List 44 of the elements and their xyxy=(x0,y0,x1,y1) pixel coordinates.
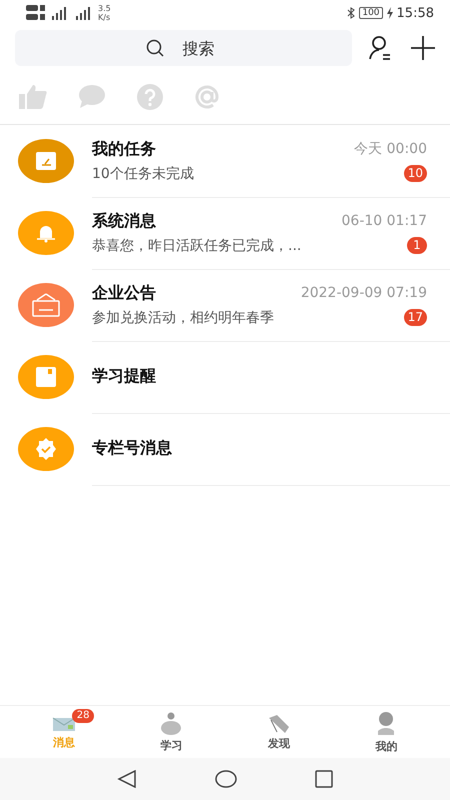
conversation-item[interactable]: 企业公告 2022-09-09 07:19 参加兑换活动，相约明年春季 17 xyxy=(0,269,450,341)
speed-unit: K/s xyxy=(98,13,111,22)
timestamp: 2022-09-09 07:19 xyxy=(300,285,427,301)
recents-button[interactable] xyxy=(315,770,333,788)
add-button[interactable] xyxy=(408,33,438,63)
back-button[interactable] xyxy=(117,770,137,788)
bluetooth-icon xyxy=(347,7,356,19)
conversation-title: 企业公告 xyxy=(92,282,156,304)
thumbs-up-icon[interactable] xyxy=(19,85,47,109)
nav-tab[interactable]: 学习 xyxy=(118,706,225,758)
message-preview: 参加兑换活动，相约明年春季 xyxy=(92,308,274,326)
conversation-item[interactable]: 学习提醒 xyxy=(0,341,450,413)
unread-count: 17 xyxy=(404,309,427,326)
conversation-title: 我的任务 xyxy=(92,138,156,160)
conversation-item[interactable]: 我的任务 今天 00:00 10个任务未完成 10 xyxy=(0,125,450,197)
nav-tab[interactable]: 28 消息 xyxy=(10,706,118,758)
conversation-item[interactable]: 专栏号消息 xyxy=(0,413,450,485)
message-preview: 恭喜您，昨日活跃任务已完成，... xyxy=(92,236,302,254)
charging-icon xyxy=(386,7,393,19)
bell-icon xyxy=(36,223,56,243)
nav-tab[interactable]: 我的 xyxy=(332,706,440,758)
search-field[interactable]: 搜索 xyxy=(15,30,352,66)
conversation-title: 系统消息 xyxy=(92,210,156,232)
timestamp: 今天 00:00 xyxy=(354,140,427,158)
note-icon xyxy=(36,367,56,387)
sign-icon xyxy=(31,293,61,317)
conversation-item[interactable]: 系统消息 06-10 01:17 恭喜您，昨日活跃任务已完成，... 1 xyxy=(0,197,450,269)
sim-icon xyxy=(26,4,46,22)
search-icon xyxy=(145,38,165,58)
unread-count: 10 xyxy=(404,165,427,182)
conversation-title: 学习提醒 xyxy=(92,366,156,387)
message-preview: 10个任务未完成 xyxy=(92,164,194,182)
conversation-title: 专栏号消息 xyxy=(92,438,172,459)
badge-icon xyxy=(35,438,57,460)
unread-count: 1 xyxy=(407,237,427,254)
network-speed: 3.5 xyxy=(98,4,111,13)
task-icon xyxy=(36,152,56,170)
home-button[interactable] xyxy=(215,770,237,788)
clock: 15:58 xyxy=(396,6,434,20)
nav-tab[interactable]: 发现 xyxy=(225,706,332,758)
battery-level: 100 xyxy=(359,7,383,19)
envelope-icon xyxy=(52,714,76,732)
unread-count: 28 xyxy=(72,708,94,722)
timestamp: 06-10 01:17 xyxy=(342,213,427,229)
